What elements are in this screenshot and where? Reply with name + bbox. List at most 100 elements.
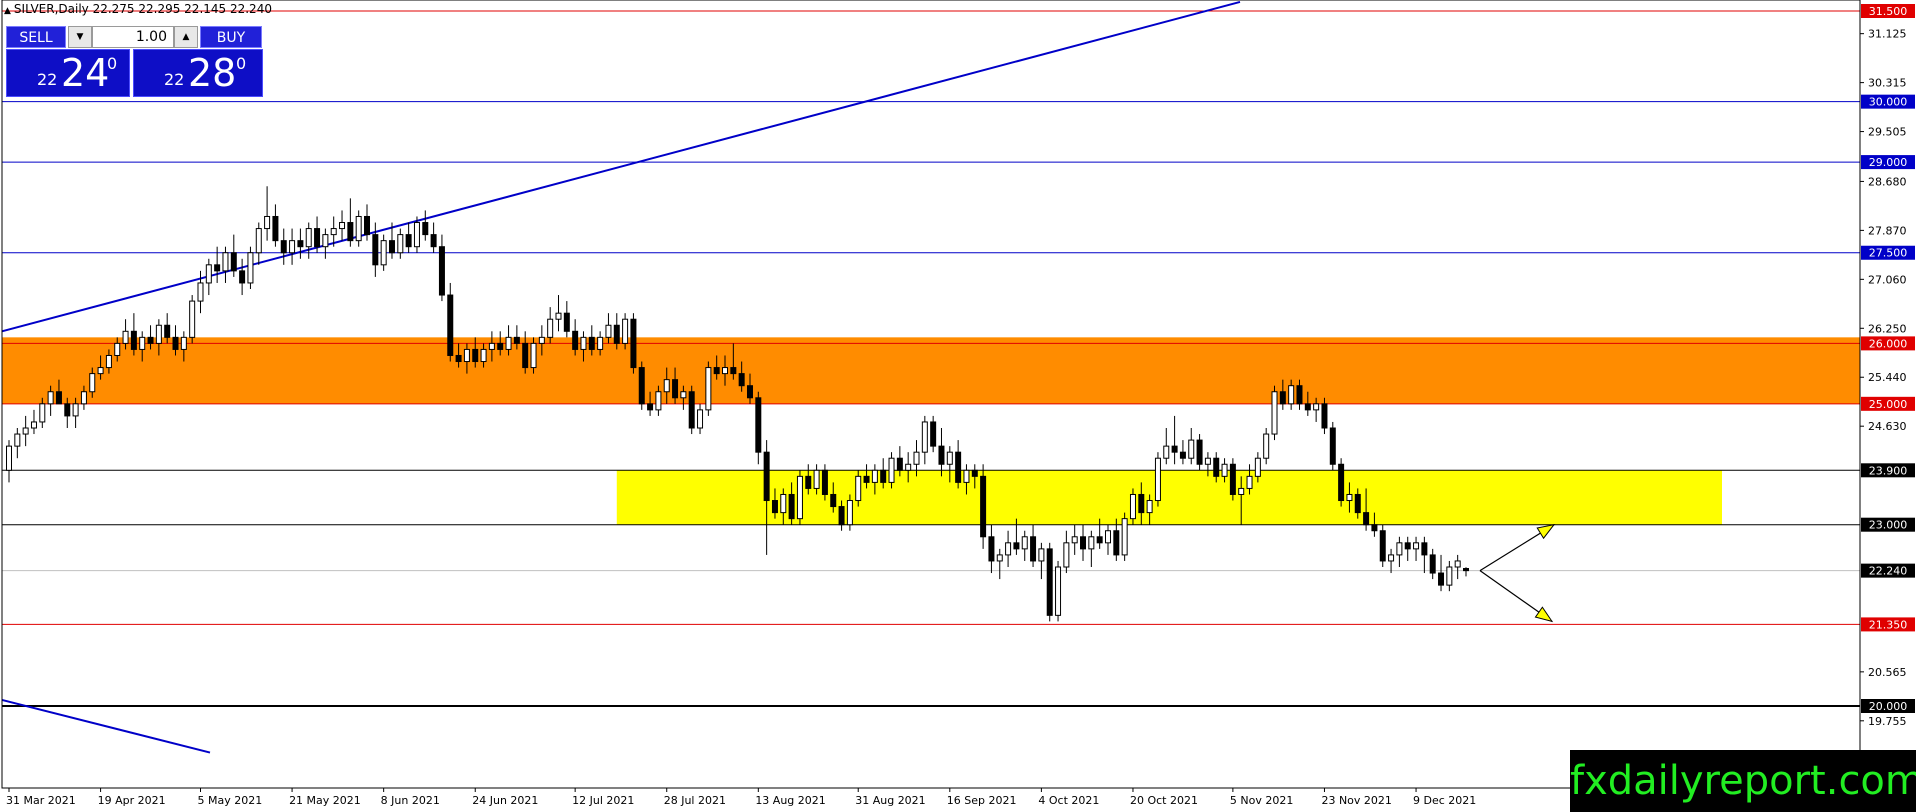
candle xyxy=(1179,440,1186,465)
bull-candle-body xyxy=(1413,542,1420,550)
bear-candle-body xyxy=(1213,457,1220,477)
bull-candle-body xyxy=(189,300,196,338)
bear-candle-body xyxy=(955,451,962,483)
bull-candle-body xyxy=(463,348,470,363)
bear-candle-body xyxy=(280,240,287,254)
sell-button[interactable]: SELL xyxy=(6,26,66,48)
time-tick-label: 12 Jul 2021 xyxy=(572,794,634,807)
candle xyxy=(1196,434,1203,471)
bull-candle-body xyxy=(780,493,787,514)
bull-candle-body xyxy=(580,336,587,350)
bear-candle-body xyxy=(763,451,770,502)
bull-candle-body xyxy=(264,215,271,230)
collapse-triangle-icon[interactable]: ▲ xyxy=(4,6,11,16)
level-label: 21.350 xyxy=(1869,618,1908,631)
bear-candle-body xyxy=(1296,385,1303,405)
candle xyxy=(1263,428,1270,465)
candle xyxy=(297,228,304,259)
bull-candle-body xyxy=(1088,536,1095,550)
bull-candle-body xyxy=(105,354,112,369)
candle xyxy=(1454,554,1461,580)
candle xyxy=(1163,428,1170,465)
candle xyxy=(255,222,262,265)
candle xyxy=(1338,458,1345,507)
bear-candle-body xyxy=(880,469,887,483)
bear-candle-body xyxy=(838,506,845,526)
lot-size-input[interactable] xyxy=(92,26,174,48)
bull-candle-body xyxy=(1163,445,1170,459)
bull-candle-body xyxy=(1271,391,1278,435)
bull-candle-body xyxy=(80,391,87,405)
price-chart[interactable]: 31.125 30.315 29.505 28.680 27.870 27.060 26.2… xyxy=(0,0,1916,812)
bear-candle-body xyxy=(1196,439,1203,465)
bear-candle-body xyxy=(455,354,462,363)
bull-candle-body xyxy=(913,451,920,465)
candle xyxy=(447,282,454,362)
candle xyxy=(322,228,329,259)
level-labels: 31.500 30.000 29.000 27.500 26.000 25.000 23.9… xyxy=(1861,4,1915,713)
candle xyxy=(1063,530,1070,574)
bull-candle-body xyxy=(89,373,96,393)
level-label: 23.900 xyxy=(1869,464,1908,477)
buy-button[interactable]: BUY xyxy=(200,26,262,48)
lot-increase-icon[interactable]: ▲ xyxy=(174,26,198,48)
bull-candle-body xyxy=(1146,500,1153,514)
time-tick-label: 21 May 2021 xyxy=(289,794,361,807)
bull-candle-body xyxy=(796,475,803,520)
bull-candle-body xyxy=(1038,548,1045,562)
time-axis: 31 Mar 2021 19 Apr 2021 5 May 2021 21 May 2… xyxy=(6,788,1476,807)
price-tick-label: 25.440 xyxy=(1868,371,1907,384)
upside-arrow xyxy=(1479,523,1556,572)
price-tick-label: 31.125 xyxy=(1868,28,1907,41)
bull-candle-body xyxy=(1055,566,1062,616)
bear-candle-body xyxy=(314,228,321,248)
bull-candle-body xyxy=(555,312,562,320)
bear-candle-body xyxy=(1304,403,1311,411)
bear-candle-body xyxy=(755,397,762,453)
sell-price-pips: 24 xyxy=(61,51,110,95)
bear-candle-body xyxy=(297,240,304,248)
bull-candle-body xyxy=(6,445,12,471)
time-tick-label: 5 Nov 2021 xyxy=(1230,794,1293,807)
bull-candle-body xyxy=(1221,463,1228,477)
bull-candle-body xyxy=(1313,403,1320,411)
symbol-header: ▲ SILVER,Daily 22.275 22.295 22.145 22.24… xyxy=(4,2,272,16)
candle xyxy=(222,246,229,283)
candle xyxy=(921,415,928,465)
candle xyxy=(189,295,196,344)
bear-candle-body xyxy=(738,373,745,387)
time-tick-label: 23 Nov 2021 xyxy=(1321,794,1391,807)
bear-candle-body xyxy=(422,222,429,236)
candle xyxy=(230,234,237,277)
bear-candle-body xyxy=(513,336,520,344)
bear-candle-body xyxy=(522,342,529,369)
bull-candle-body xyxy=(813,469,820,489)
sell-price-prefix: 22 xyxy=(37,70,58,89)
bull-candle-body xyxy=(505,336,512,350)
candle xyxy=(355,210,362,247)
buy-price[interactable]: 22 28 0 xyxy=(133,49,263,97)
bull-candle-body xyxy=(622,318,629,344)
bear-candle-body xyxy=(172,336,179,350)
price-tick-label: 20.565 xyxy=(1868,666,1907,679)
bull-candle-body xyxy=(339,222,346,230)
bear-candle-body xyxy=(630,318,637,369)
symbol-info: SILVER,Daily 22.275 22.295 22.145 22.240 xyxy=(13,2,272,16)
bear-candle-body xyxy=(1438,572,1445,586)
sell-price[interactable]: 22 24 0 xyxy=(6,49,130,97)
bull-candle-body xyxy=(1238,487,1245,495)
bear-candle-body xyxy=(1379,530,1386,562)
bull-candle-body xyxy=(1005,542,1012,556)
time-tick-label: 4 Oct 2021 xyxy=(1038,794,1099,807)
bull-candle-body xyxy=(1129,493,1136,520)
lot-decrease-icon[interactable]: ▼ xyxy=(68,26,92,48)
bull-candle-body xyxy=(846,500,853,526)
candle xyxy=(763,440,770,555)
bull-candle-body xyxy=(14,433,21,447)
candle xyxy=(638,361,645,410)
bear-candle-body xyxy=(1463,568,1469,572)
bear-candle-body xyxy=(239,270,246,284)
candle xyxy=(239,258,246,296)
bull-candle-body xyxy=(1454,560,1461,568)
bear-candle-body xyxy=(730,367,737,375)
